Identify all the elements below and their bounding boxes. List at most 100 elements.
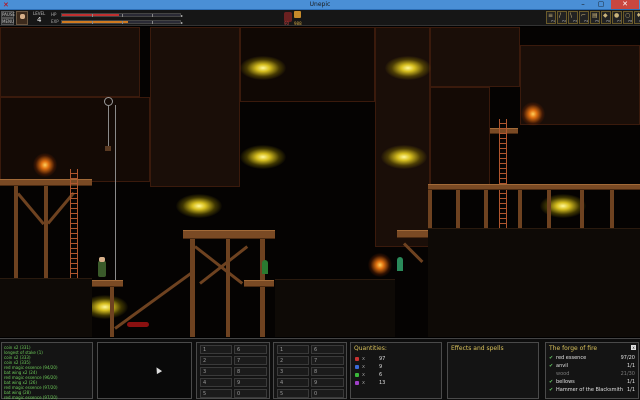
forge-item: wood 21/30 [556,371,635,377]
shield-icon: ◆ [603,12,608,19]
mine-frame-post [580,190,584,228]
mine-frame-post [610,190,614,228]
quantities-panel: Quantities: x 97 x9 x6 x 13 [350,342,442,399]
fkey-f9[interactable]: ♦F9 [634,11,640,24]
player-avatar [16,11,28,25]
rope[interactable] [115,105,116,285]
fkey-f5[interactable]: ▤ F5 [590,11,600,24]
wooden-post [44,186,48,278]
message-log[interactable]: coin x2 (331) longest of stake (1) coin … [1,342,93,400]
game-viewport[interactable] [0,27,640,337]
log-line: red magic essence (97/20) [4,395,58,400]
effects-title: Effects and spells [451,345,504,352]
quick-slot[interactable]: 9 [234,378,267,387]
quick-slot[interactable]: 0 [234,389,267,398]
wooden-brace [199,245,249,285]
cave-floor [428,228,640,337]
fkey-f4[interactable]: ⌐ F4 [579,11,589,24]
gold-count: 988 [294,21,302,26]
wooden-post [190,239,195,337]
quick-slot[interactable]: 9 [311,378,344,387]
menu-button[interactable]: MENU [1,18,14,25]
wooden-post [14,186,18,278]
wall-torch [368,253,392,277]
forge-item: ✔ Hammer of the Blacksmith 1/1 [549,387,635,393]
wooden-post [226,239,230,337]
purple-essence-icon [355,381,359,385]
wall-torch [521,102,545,126]
hp-bar-end-icon: ▸ [180,13,183,18]
exp-label: EXP [51,19,59,24]
ladder[interactable] [70,169,78,279]
rope-pulley [104,97,113,106]
fkey-f8[interactable]: ○ F8 [623,11,633,24]
quick-slots-panel-2: 1 2 3 4 5 6 7 8 9 0 [273,342,347,399]
quick-slot[interactable]: 0 [311,389,344,398]
mine-frame-post [428,190,432,228]
wall-torch [33,153,57,177]
quick-slots-panel-1: 1 2 3 4 5 6 7 8 9 0 [196,342,270,399]
title-bar: ✕ Unepic – ▢ ✕ [0,0,640,10]
quick-slot[interactable]: 6 [311,345,344,354]
fkey-f3[interactable]: \ F3 [568,11,578,24]
pause-button[interactable]: PAUSE [1,11,15,18]
quick-slot[interactable]: 7 [234,356,267,365]
close-window-button[interactable]: ✕ [611,0,639,9]
quick-slot[interactable]: 6 [234,345,267,354]
ladder[interactable] [499,119,507,229]
wooden-brace [16,192,45,226]
mine-frame-post [547,190,551,228]
minimap[interactable] [97,342,192,399]
cave-rock-wall [430,87,490,187]
quick-slot[interactable]: 1 [200,345,232,354]
maximize-button[interactable]: ▢ [592,0,610,9]
red-essence-icon [355,357,359,361]
player-character[interactable] [98,257,106,277]
quick-slot[interactable]: 2 [277,356,309,365]
cave-rock-wall [0,27,140,97]
cave-rock-wall [150,27,240,187]
wooden-platform [183,230,275,239]
fkey-f7[interactable]: ● F7 [612,11,622,24]
check-icon: ✔ [549,355,554,361]
quantities-title: Quantities: [354,345,387,352]
function-key-bar: ≡F1 /F2 \F3 ⌐F4 ▤F5 ◆F6 ●F7 ○F8 ♦F9 [546,11,640,25]
wooden-platform [397,230,429,238]
close-icon[interactable]: x [631,345,636,350]
potion-icon: ● [614,12,620,19]
hanging-lamp-glow [385,56,431,80]
forge-item: ✔ anvil 1/1 [549,363,635,369]
mine-frame-post [518,190,522,228]
gem-icon: ♦ [636,12,640,19]
quick-slot[interactable]: 2 [200,356,232,365]
quick-slot[interactable]: 8 [234,367,267,376]
snake-enemy[interactable] [397,257,403,271]
effects-panel: Effects and spells [447,342,539,399]
quick-slot[interactable]: 8 [311,367,344,376]
minimize-button[interactable]: – [574,0,592,9]
rope [108,106,109,146]
wooden-post [110,287,114,337]
wand-icon: \ [570,12,573,19]
fkey-f2[interactable]: / F2 [557,11,567,24]
forge-quest-panel: The forge of fire x ✔ red essence 97/20 ✔ a… [545,342,639,399]
quick-slot[interactable]: 5 [200,389,232,398]
quick-slot[interactable]: 4 [277,378,309,387]
hanging-lamp-glow [240,56,286,80]
quick-slot[interactable]: 5 [277,389,309,398]
green-essence-icon [355,373,359,377]
quick-slot[interactable]: 1 [277,345,309,354]
hp-bar-fill [62,14,119,16]
scroll-icon: ≡ [548,12,554,19]
wooden-platform [0,179,92,186]
fkey-f1[interactable]: ≡ F1 [546,11,556,24]
quick-slot[interactable]: 4 [200,378,232,387]
quick-slot[interactable]: 3 [200,367,232,376]
forge-title: The forge of fire [549,345,598,352]
quick-slot[interactable]: 7 [311,356,344,365]
fkey-f6[interactable]: ◆ F6 [601,11,611,24]
quick-slot[interactable]: 3 [277,367,309,376]
wooden-post [260,239,265,337]
cave-plant [262,260,268,274]
cave-floor [0,278,92,337]
